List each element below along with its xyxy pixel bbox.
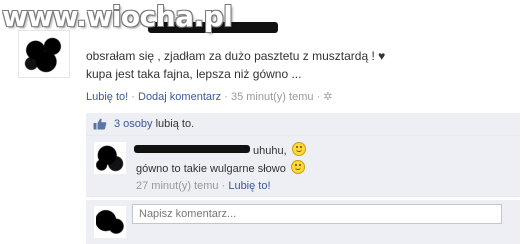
avatar-scribble <box>96 144 124 172</box>
add-comment-link[interactable]: Dodaj komentarz <box>138 91 221 103</box>
smiley-icon <box>291 142 306 156</box>
comment-item: uhuhu, gówno to takie wulgarne słowo 27 … <box>86 136 520 197</box>
meta-separator: · <box>224 91 228 103</box>
likes-bar: 3 osoby lubią to. <box>86 113 520 136</box>
comment-text-line-1: uhuhu, <box>253 142 306 157</box>
comment-text-line-2: gówno to takie wulgarne słowo <box>136 160 305 175</box>
meta-separator: · <box>131 91 135 103</box>
smiley-icon <box>290 160 305 174</box>
likes-count-link[interactable]: 3 osoby <box>114 118 153 130</box>
post-body: obsrałam się , zjadłam za dużo pasztetu … <box>86 47 506 83</box>
comment-input[interactable] <box>132 204 502 224</box>
likes-suffix: lubią to. <box>155 118 195 130</box>
site-watermark: www.wiocha.pl <box>2 0 233 33</box>
post-text-line-2: kupa jest taka fajna, lepsza niż gówno .… <box>86 67 302 81</box>
avatar-scribble <box>96 208 124 236</box>
commenter-avatar[interactable] <box>94 142 126 174</box>
post-meta: Lubię to! · Dodaj komentarz · 35 minut(y… <box>86 90 333 103</box>
commenter-name-redacted <box>134 145 250 153</box>
comment-text-body: gówno to takie wulgarne słowo <box>136 163 286 175</box>
post-like-link[interactable]: Lubię to! <box>86 91 128 103</box>
post-timestamp: 35 minut(y) temu <box>230 91 314 103</box>
avatar-scribble <box>23 35 65 73</box>
likes-summary: 3 osoby lubią to. <box>114 118 194 130</box>
meta-separator: · <box>316 91 321 103</box>
meta-separator: · <box>221 180 226 192</box>
comment-text-start: uhuhu, <box>253 145 287 157</box>
comment-timestamp: 27 minut(y) temu <box>136 180 219 192</box>
comment-like-link[interactable]: Lubię to! <box>228 180 270 192</box>
comments-section: 3 osoby lubią to. uhuhu, gówno to takie … <box>86 110 520 244</box>
author-avatar[interactable] <box>18 30 70 78</box>
current-user-avatar <box>94 206 126 238</box>
thumbs-up-icon <box>93 118 107 130</box>
gear-icon[interactable]: ✲ <box>323 90 332 103</box>
comment-meta: 27 minut(y) temu · Lubię to! <box>136 180 271 192</box>
post-text-line-1: obsrałam się , zjadłam za dużo pasztetu … <box>86 49 386 63</box>
